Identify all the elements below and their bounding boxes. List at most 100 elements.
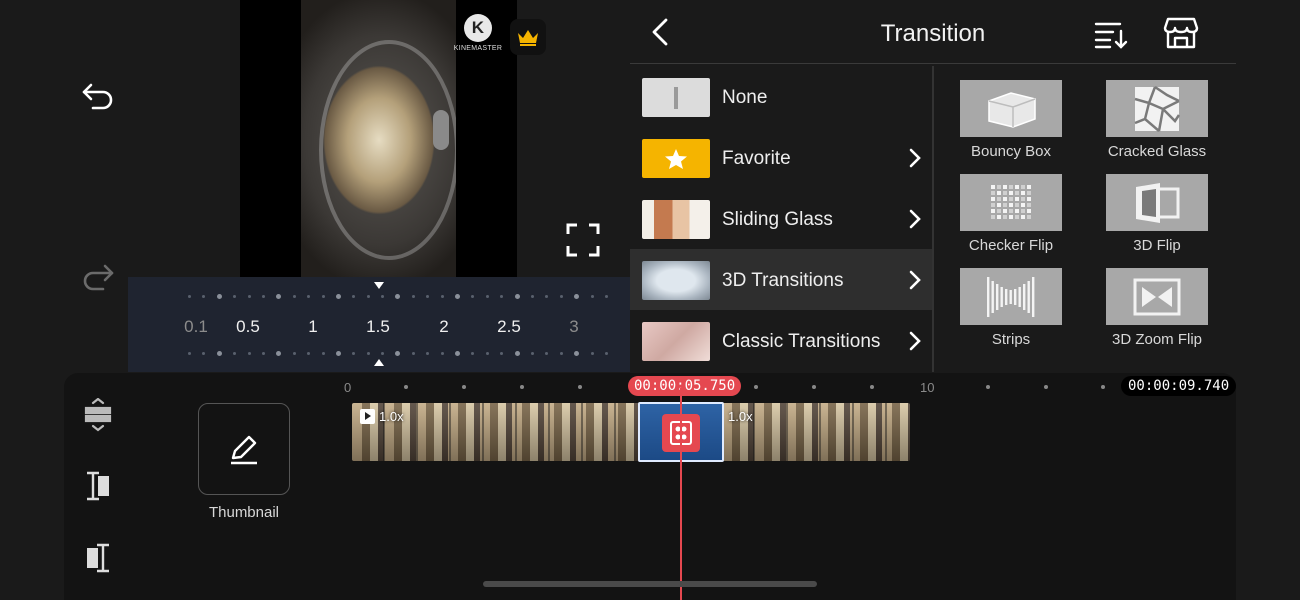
effect-bouncy-box[interactable]: Bouncy Box bbox=[945, 80, 1077, 160]
undo-icon bbox=[82, 83, 113, 110]
speed-option[interactable]: 2 bbox=[439, 317, 448, 337]
effect-label: 3D Flip bbox=[1133, 237, 1181, 254]
current-time: 00:00:05.750 bbox=[628, 376, 742, 396]
category-sliding-glass[interactable]: Sliding Glass bbox=[630, 188, 932, 249]
effect-label: 3D Zoom Flip bbox=[1111, 331, 1203, 348]
video-clip-1[interactable]: 1.0x bbox=[352, 403, 640, 461]
category-label: None bbox=[722, 87, 768, 108]
pot-lid-rim bbox=[319, 40, 456, 260]
effect-label: Bouncy Box bbox=[970, 143, 1052, 160]
pot-lid-handle bbox=[433, 110, 449, 150]
effect-thumb bbox=[1106, 268, 1208, 325]
effect-strips[interactable]: Strips bbox=[945, 268, 1077, 348]
speed-control[interactable]: 0.1 0.5 1 1.5 2 2.5 3 bbox=[128, 277, 630, 372]
checker-icon bbox=[991, 184, 1031, 219]
effect-checker-flip[interactable]: Checker Flip bbox=[945, 174, 1077, 254]
category-classic-transitions[interactable]: Classic Transitions bbox=[630, 310, 932, 371]
3d-transitions-thumb bbox=[642, 261, 710, 300]
speed-dots-top bbox=[188, 294, 608, 299]
category-label: Sliding Glass bbox=[722, 209, 833, 230]
speed-option[interactable]: 0.5 bbox=[236, 317, 260, 337]
redo-icon bbox=[83, 264, 114, 291]
video-clip-2[interactable]: 1.0x bbox=[722, 403, 910, 461]
pencil-icon bbox=[231, 435, 257, 465]
category-3d-transitions[interactable]: 3D Transitions bbox=[630, 249, 932, 310]
speed-dots-bottom bbox=[188, 351, 608, 356]
none-thumb bbox=[642, 78, 710, 117]
total-duration: 00:00:09.740 bbox=[1121, 376, 1237, 396]
effect-thumb bbox=[960, 268, 1062, 325]
horizontal-scrollbar[interactable] bbox=[483, 581, 817, 587]
sort-icon bbox=[1094, 22, 1128, 49]
speed-option[interactable]: 2.5 bbox=[497, 317, 521, 337]
panel-title: Transition bbox=[880, 20, 986, 47]
asset-store-button[interactable] bbox=[1163, 16, 1199, 50]
cracked-glass-icon bbox=[1134, 85, 1181, 132]
chevron-right-icon bbox=[909, 148, 921, 168]
speed-option[interactable]: 1.5 bbox=[366, 317, 390, 337]
panel-divider bbox=[932, 66, 934, 372]
ruler-tick bbox=[870, 385, 874, 389]
track-height-icon bbox=[84, 398, 112, 432]
undo-button[interactable] bbox=[78, 76, 118, 116]
effect-thumb bbox=[1106, 80, 1208, 137]
category-label: Favorite bbox=[722, 148, 791, 169]
ruler-tick bbox=[404, 385, 408, 389]
timeline[interactable]: Thumbnail 0 10 00:00:05.750 00:00:09.740… bbox=[64, 373, 1237, 600]
premium-button[interactable] bbox=[510, 19, 546, 55]
effect-label: Strips bbox=[991, 331, 1031, 348]
cube-icon bbox=[988, 91, 1036, 128]
category-none[interactable]: None bbox=[630, 66, 932, 127]
chevron-right-icon bbox=[909, 331, 921, 351]
track-height-button[interactable] bbox=[80, 397, 116, 433]
category-label: Classic Transitions bbox=[722, 331, 881, 352]
zoom-flip-icon bbox=[1133, 278, 1181, 315]
chevron-right-icon bbox=[909, 209, 921, 229]
crown-icon bbox=[518, 30, 538, 46]
fullscreen-button[interactable] bbox=[563, 220, 603, 260]
kinemaster-logo-icon: K bbox=[464, 14, 492, 42]
speed-option[interactable]: 3 bbox=[569, 317, 578, 337]
play-icon bbox=[360, 409, 375, 424]
playhead[interactable] bbox=[680, 388, 682, 600]
effect-thumb bbox=[1106, 174, 1208, 231]
trim-end-icon bbox=[87, 543, 109, 573]
ruler-tick bbox=[812, 385, 816, 389]
video-frame bbox=[301, 0, 456, 277]
watermark-text: KINEMASTER bbox=[453, 45, 503, 52]
effect-3d-flip[interactable]: 3D Flip bbox=[1091, 174, 1223, 254]
sort-button[interactable] bbox=[1093, 18, 1129, 50]
speed-marker-bottom-icon bbox=[374, 359, 384, 366]
trim-start-button[interactable] bbox=[80, 468, 116, 504]
redo-button[interactable] bbox=[78, 257, 118, 297]
video-track: 1.0x 1.0x bbox=[352, 402, 910, 462]
effect-cracked-glass[interactable]: Cracked Glass bbox=[1091, 80, 1223, 160]
store-icon bbox=[1163, 17, 1199, 49]
ruler-tick bbox=[578, 385, 582, 389]
clip-speed: 1.0x bbox=[379, 409, 404, 424]
thumbnail-button[interactable] bbox=[198, 403, 290, 495]
ruler-tick bbox=[754, 385, 758, 389]
classic-transitions-thumb bbox=[642, 322, 710, 361]
effect-thumb bbox=[960, 174, 1062, 231]
category-label: 3D Transitions bbox=[722, 270, 844, 291]
trim-start-icon bbox=[87, 471, 109, 501]
clip-speed: 1.0x bbox=[728, 409, 753, 424]
ruler-tick bbox=[1101, 385, 1105, 389]
speed-option[interactable]: 0.1 bbox=[184, 317, 208, 337]
transition-category-list: None Favorite Sliding Glass 3D Transitio… bbox=[630, 66, 932, 371]
ruler-tick bbox=[462, 385, 466, 389]
effect-label: Cracked Glass bbox=[1107, 143, 1207, 160]
ruler-tick bbox=[1044, 385, 1048, 389]
strips-icon bbox=[987, 276, 1035, 317]
sliding-glass-thumb bbox=[642, 200, 710, 239]
clip-speed-badge: 1.0x bbox=[360, 409, 404, 424]
category-favorite[interactable]: Favorite bbox=[630, 127, 932, 188]
transition-panel-header: Transition bbox=[630, 0, 1236, 64]
fullscreen-icon bbox=[566, 223, 600, 257]
speed-option[interactable]: 1 bbox=[308, 317, 317, 337]
effect-3d-zoom-flip[interactable]: 3D Zoom Flip bbox=[1091, 268, 1223, 348]
trim-end-button[interactable] bbox=[80, 540, 116, 576]
favorite-thumb bbox=[642, 139, 710, 178]
thumbnail-label: Thumbnail bbox=[208, 504, 280, 521]
